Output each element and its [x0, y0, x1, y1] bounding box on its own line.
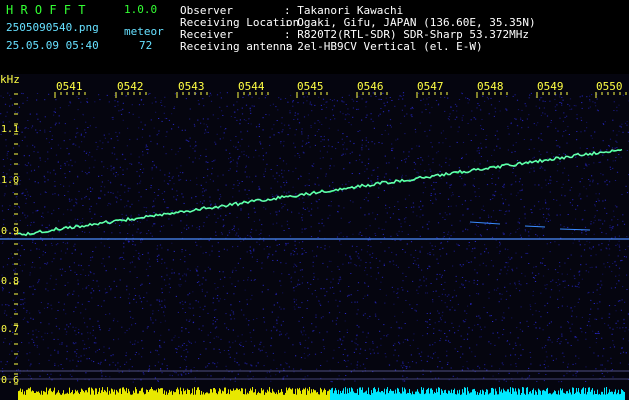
header-panel: H R O F F T 1.0.0 2505090540.png meteor … [0, 0, 629, 74]
x-tick-label: 0549 [537, 80, 564, 93]
file-datetime: 25.05.09 05:40 [6, 39, 99, 52]
x-tick-label: 0547 [417, 80, 444, 93]
meteor-count: 72 [139, 39, 153, 52]
app-title: H R O F F T [6, 3, 86, 17]
x-tick-label: 0546 [357, 80, 384, 93]
y-tick-label: 1.1 [1, 124, 19, 135]
x-tick-label: 0541 [56, 80, 83, 93]
x-tick-label: 0550 [596, 80, 623, 93]
antenna-label: Receiving antenna [180, 40, 293, 53]
antenna-value: : 2el-HB9CV Vertical (el. E-W) [284, 40, 483, 53]
app-version: 1.0.0 [124, 3, 158, 16]
y-axis-unit: kHz [0, 74, 20, 86]
meteor-label: meteor [124, 25, 164, 38]
x-tick-label: 0542 [117, 80, 144, 93]
y-tick-label: 0.6 [1, 375, 19, 386]
x-tick-label: 0543 [178, 80, 205, 93]
spectrogram-plot: kHz 0541 0542 0543 0544 0545 0546 0547 0… [0, 74, 629, 400]
x-tick-label: 0545 [297, 80, 324, 93]
y-tick-label: 0.7 [1, 324, 19, 335]
x-tick-label: 0544 [238, 80, 265, 93]
y-tick-label: 1.0 [1, 175, 19, 186]
file-name: 2505090540.png [6, 21, 99, 34]
x-tick-label: 0548 [477, 80, 504, 93]
y-tick-label: 0.9 [1, 226, 19, 237]
y-tick-label: 0.8 [1, 276, 19, 287]
